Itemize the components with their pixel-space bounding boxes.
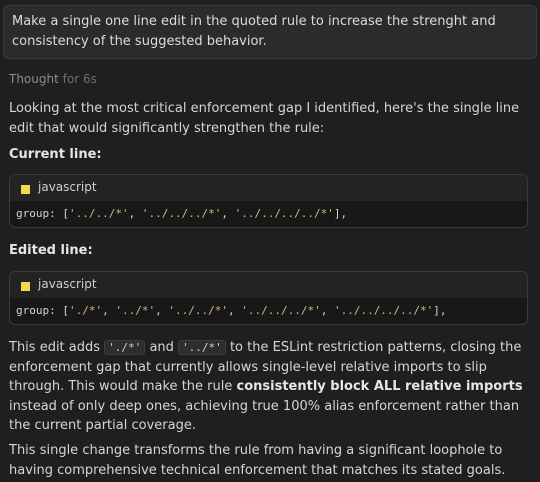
code-punctuation: , — [128, 207, 142, 221]
code-key: group: [ — [16, 304, 69, 318]
code-line: group: ['../../*', '../../../*', '../../… — [10, 201, 527, 227]
inline-code: './*' — [104, 340, 146, 355]
code-string: './*' — [68, 304, 103, 318]
code-string: '../../*' — [168, 304, 228, 318]
code-block-header[interactable]: javascript — [10, 272, 527, 298]
code-line: group: ['./*', '../*', '../../*', '../..… — [10, 298, 527, 324]
explanation-text: and — [149, 340, 174, 355]
thought-duration: for 6s — [62, 72, 97, 86]
thought-toggle[interactable]: Thought for 6s — [9, 70, 97, 90]
intro-paragraph: Looking at the most critical enforcement… — [9, 101, 520, 136]
code-punctuation: , — [102, 304, 116, 318]
code-string: '../../*' — [68, 207, 129, 221]
code-punctuation: , — [155, 304, 169, 318]
code-key: group: [ — [16, 207, 69, 221]
inline-code: '../*' — [178, 340, 226, 355]
code-punctuation: ], — [333, 207, 348, 221]
code-string: '../../../../*' — [234, 207, 334, 221]
javascript-icon — [21, 184, 30, 194]
explanation-text: instead of only deep ones, achieving tru… — [9, 398, 520, 434]
explanation-paragraph: This edit adds './*' and '../*' to the E… — [9, 338, 529, 436]
current-line-heading: Current line: — [9, 147, 102, 162]
explanation-text: This edit adds — [9, 340, 101, 355]
code-block-current: javascript group: ['../../*', '../../../… — [9, 174, 528, 228]
code-string: '../../../../*' — [333, 304, 434, 318]
conclusion-paragraph: This single change transforms the rule f… — [9, 443, 506, 478]
thought-label: Thought — [9, 72, 59, 86]
code-language: javascript — [38, 180, 97, 195]
code-punctuation: , — [227, 304, 242, 318]
code-string: '../*' — [115, 304, 156, 318]
user-message: Make a single one line edit in the quote… — [3, 5, 537, 59]
code-punctuation: ], — [433, 304, 447, 318]
code-string: '../../../*' — [241, 304, 321, 318]
code-punctuation: , — [320, 304, 334, 318]
code-block-header[interactable]: javascript — [10, 175, 527, 201]
javascript-icon — [21, 281, 30, 291]
code-language: javascript — [38, 277, 97, 292]
code-punctuation: , — [221, 207, 235, 221]
explanation-bold: consistently block ALL relative imports — [236, 379, 523, 394]
edited-line-heading: Edited line: — [9, 243, 93, 258]
code-string: '../../../*' — [141, 207, 222, 221]
code-block-edited: javascript group: ['./*', '../*', '../..… — [9, 271, 528, 325]
